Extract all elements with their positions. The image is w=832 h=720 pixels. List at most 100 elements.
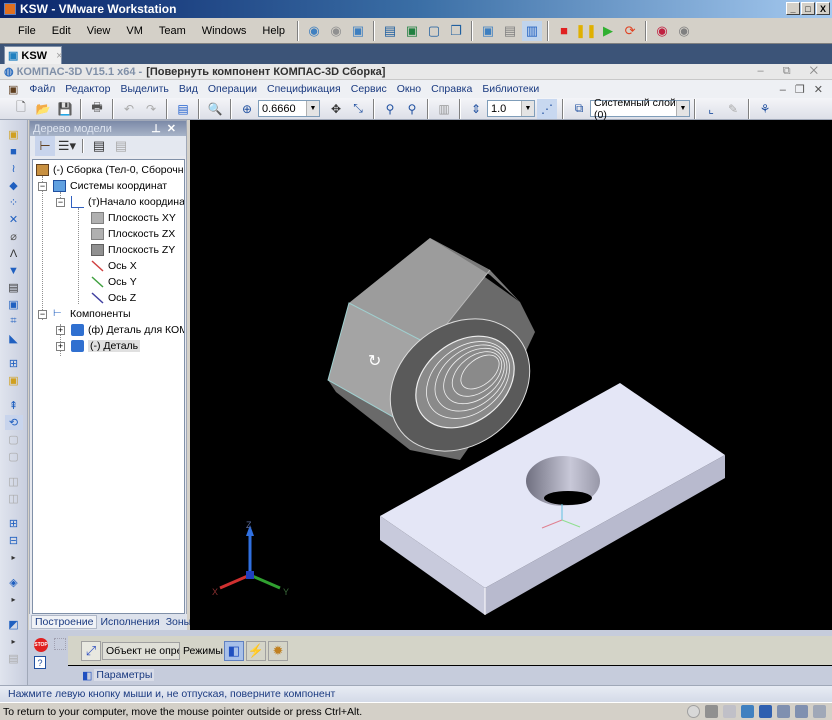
usb-icon[interactable] — [777, 705, 790, 718]
disabled-tool2-icon[interactable]: ▢ — [5, 449, 23, 464]
properties-icon[interactable]: ⚘ — [755, 99, 775, 119]
filters-icon[interactable]: ▼ — [5, 263, 23, 278]
surfaces-icon[interactable]: ◆ — [5, 178, 23, 193]
close-button[interactable]: X — [816, 2, 830, 15]
select-filter-icon[interactable]: ⚲ — [380, 99, 400, 119]
expand-icon[interactable]: ▸ — [5, 550, 23, 565]
select-object-icon[interactable]: ⤢ — [81, 640, 101, 661]
expand-icon[interactable]: ▸ — [5, 592, 23, 607]
tab-versions[interactable]: Исполнения — [97, 616, 162, 628]
vm-tab-ksw[interactable]: ▣ KSW × — [4, 46, 63, 64]
message-icon[interactable] — [813, 705, 826, 718]
tab-construction[interactable]: Построение — [31, 615, 98, 629]
add-from-file-icon[interactable]: ▣ — [5, 373, 23, 388]
aux-geometry-icon[interactable]: ✕ — [5, 212, 23, 227]
network-icon[interactable] — [741, 705, 754, 718]
menu-window[interactable]: Окно — [392, 83, 426, 95]
zoom-scale-icon[interactable]: ⊕ — [237, 99, 257, 119]
disabled-tool-icon[interactable]: ▢ — [5, 432, 23, 447]
record-icon[interactable]: ◉ — [652, 21, 672, 41]
summary-view-icon[interactable]: ▤ — [500, 21, 520, 41]
help-icon[interactable]: ? — [34, 656, 46, 669]
insert2-icon[interactable]: ⊟ — [5, 533, 23, 548]
chevron-down-icon[interactable]: ▼ — [676, 101, 689, 116]
edit-assembly-icon[interactable]: ▣ — [5, 127, 23, 142]
mode-lightning-icon[interactable]: ⚡ — [245, 640, 266, 661]
tree-structure-icon[interactable]: ⊢ — [35, 136, 55, 156]
menu-view-ru[interactable]: Вид — [174, 83, 203, 95]
measure-icon[interactable]: Λ — [5, 246, 23, 261]
document-icon[interactable]: ▣ — [8, 83, 18, 96]
undo-icon[interactable]: ↶ — [119, 99, 139, 119]
document-window-controls[interactable]: ‒ ❐ ✕ — [780, 83, 826, 96]
hdd-icon[interactable] — [705, 705, 718, 718]
tree-node-axis-z[interactable]: Ось Z — [91, 291, 136, 305]
menu-service[interactable]: Сервис — [346, 83, 392, 95]
tree-panel-controls[interactable]: ⊥✕ — [151, 122, 182, 135]
arrays-icon[interactable]: ⁘ — [5, 195, 23, 210]
snapshot-icon[interactable]: ◉ — [304, 21, 324, 41]
tree-node-coordinate-systems[interactable]: Системы координат — [53, 179, 167, 193]
expand-icon[interactable]: ▸ — [5, 634, 23, 649]
power-off-icon[interactable]: ■ — [554, 21, 574, 41]
tree-node-assembly[interactable]: (-) Сборка (Тел-0, Сборочных е — [36, 163, 184, 177]
menu-operations[interactable]: Операции — [203, 83, 262, 95]
rotate-component-icon[interactable]: ⟲ — [4, 415, 23, 430]
disabled-tool4-icon[interactable]: ◫ — [5, 491, 23, 506]
manager-icon[interactable]: ▤ — [173, 99, 193, 119]
menu-team[interactable]: Team — [151, 25, 194, 37]
expand-icon[interactable]: + — [56, 326, 65, 335]
select-filter2-icon[interactable]: ⚲ — [402, 99, 422, 119]
tree-node-origin[interactable]: (т)Начало координат — [71, 195, 184, 209]
cd-icon[interactable] — [687, 705, 700, 718]
menu-select[interactable]: Выделить — [115, 83, 173, 95]
sound-icon[interactable] — [759, 705, 772, 718]
collapse-icon[interactable]: − — [56, 198, 65, 207]
stop-icon[interactable]: STOP — [34, 638, 48, 652]
usb2-icon[interactable] — [795, 705, 808, 718]
local-cs-icon[interactable]: ⌞ — [701, 99, 721, 119]
replay-icon[interactable]: ◉ — [674, 21, 694, 41]
print-icon[interactable]: 🖶 — [87, 99, 107, 119]
menu-view[interactable]: View — [79, 25, 119, 37]
edit-icon[interactable]: ✎ — [723, 99, 743, 119]
grid-icon[interactable]: ▥ — [434, 99, 454, 119]
redo-icon[interactable]: ↷ — [141, 99, 161, 119]
tab-parameters[interactable]: Параметры — [94, 669, 155, 681]
new-document-icon[interactable]: 🗋 — [11, 99, 31, 119]
tree-node-plane-zy[interactable]: Плоскость ZY — [91, 243, 175, 257]
curves-icon[interactable]: ≀ — [5, 161, 23, 176]
console-view-icon[interactable]: ▣ — [478, 21, 498, 41]
chevron-down-icon[interactable]: ▼ — [521, 101, 534, 116]
pan-icon[interactable]: ✥ — [326, 99, 346, 119]
zoom-window-icon[interactable]: 🔍 — [205, 99, 225, 119]
mates-icon[interactable]: ⌀ — [5, 229, 23, 244]
menu-specification[interactable]: Спецификация — [262, 83, 346, 95]
power-on-icon[interactable]: ▶ — [598, 21, 618, 41]
close-tab-icon[interactable]: × — [56, 50, 62, 62]
add-component-icon[interactable]: ⊞ — [5, 356, 23, 371]
tree-node-part-selected[interactable]: (-) Деталь — [71, 339, 141, 353]
maximize-button[interactable]: □ — [801, 2, 815, 15]
open-icon[interactable]: 📂 — [33, 99, 53, 119]
sheet-icon[interactable]: ◣ — [5, 331, 23, 346]
step-combo[interactable]: 1.0 ▼ — [487, 100, 535, 117]
tree-list-icon[interactable]: ▤ — [89, 136, 109, 156]
tree-node-plane-xy[interactable]: Плоскость XY — [91, 211, 176, 225]
fullscreen-icon[interactable]: ▢ — [424, 21, 444, 41]
reports-icon[interactable]: ▣ — [5, 297, 23, 312]
menu-windows[interactable]: Windows — [194, 25, 255, 37]
mode-collision-icon[interactable]: ✹ — [267, 640, 288, 661]
orientation-icon[interactable]: ⤡ — [348, 99, 368, 119]
tree-node-axis-x[interactable]: Ось X — [91, 259, 137, 273]
spec-icon[interactable]: ▤ — [5, 280, 23, 295]
collapse-icon[interactable]: − — [38, 182, 47, 191]
revert-snapshot-icon[interactable]: ◉ — [326, 21, 346, 41]
disabled-tool5-icon[interactable]: ▤ — [5, 651, 23, 666]
suspend-icon[interactable]: ❚❚ — [575, 21, 597, 41]
menu-help-ru[interactable]: Справка — [426, 83, 477, 95]
menu-edit[interactable]: Edit — [44, 25, 79, 37]
tree-node-plane-zx[interactable]: Плоскость ZX — [91, 227, 175, 241]
chevron-down-icon[interactable]: ▼ — [306, 101, 319, 116]
expand-icon[interactable]: + — [56, 342, 65, 351]
